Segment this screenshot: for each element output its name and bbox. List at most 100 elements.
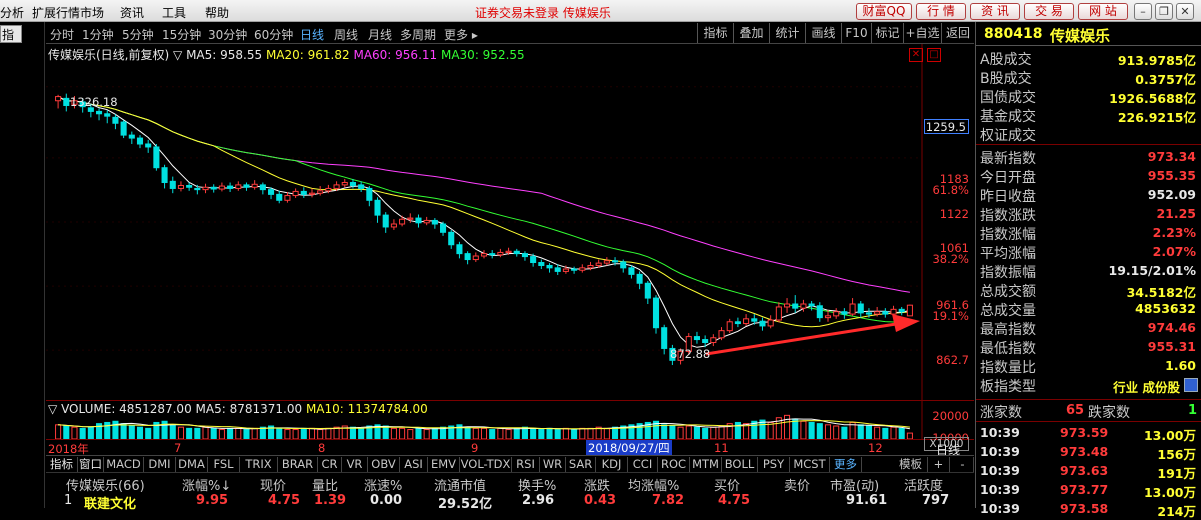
period-multi[interactable]: 多周期: [400, 26, 436, 43]
row-turnover: 2.96: [522, 493, 555, 508]
indicator-tab[interactable]: 指标: [0, 25, 22, 59]
add-indicator-button[interactable]: +: [928, 457, 950, 472]
period-more[interactable]: 更多 ▸: [444, 26, 478, 43]
trade-time: 10:39: [980, 482, 1020, 497]
up-count: 65: [1066, 403, 1085, 418]
high-annotation: 1326.18: [70, 95, 118, 109]
menu-extended-market[interactable]: 扩展行情市场: [32, 4, 104, 21]
period-weekly[interactable]: 周线: [334, 26, 358, 43]
row-index: 1: [64, 493, 73, 508]
volume-bar: [235, 427, 242, 440]
volume-bar: [800, 420, 807, 440]
period-daily[interactable]: 日线: [300, 26, 324, 43]
volume-bar: [464, 426, 471, 440]
indicator-tab-更多[interactable]: 更多: [830, 457, 862, 472]
menu-tools[interactable]: 工具: [162, 4, 186, 21]
indicator-tab-kdj[interactable]: KDJ: [596, 457, 628, 472]
menu-help[interactable]: 帮助: [205, 4, 229, 21]
quotes-button[interactable]: 行 情: [916, 3, 966, 20]
candle-body: [808, 303, 815, 307]
volume-bar: [710, 426, 717, 440]
news-button[interactable]: 资 讯: [970, 3, 1020, 20]
caifu-qq-button[interactable]: 财富QQ: [856, 3, 912, 20]
kline-svg[interactable]: [46, 44, 974, 400]
indicator-tab-mtm[interactable]: MTM: [690, 457, 722, 472]
row-stock-name[interactable]: 联建文化: [84, 493, 136, 512]
template-button[interactable]: 模板: [894, 457, 928, 472]
close-icon[interactable]: ✕: [1176, 3, 1194, 20]
website-button[interactable]: 网 站: [1078, 3, 1128, 20]
restore-icon[interactable]: ❐: [1155, 3, 1173, 20]
candle-body: [390, 223, 397, 228]
indicator-tab-asi[interactable]: ASI: [400, 457, 428, 472]
minimize-icon[interactable]: –: [1134, 3, 1152, 20]
sector-detail-icon[interactable]: [1184, 378, 1198, 392]
period-intraday[interactable]: 分时: [50, 26, 74, 43]
indicator-tab-macd[interactable]: MACD: [104, 457, 144, 472]
indicator-tab-fsl[interactable]: FSL: [208, 457, 240, 472]
indicator-tab-dmi[interactable]: DMI: [144, 457, 176, 472]
indicator-tab-brar[interactable]: BRAR: [278, 457, 318, 472]
period-60min[interactable]: 60分钟: [254, 26, 293, 43]
close-chart-icon[interactable]: ✕: [909, 48, 923, 62]
volume-bar: [669, 425, 676, 440]
trade-button[interactable]: 交 易: [1024, 3, 1074, 20]
period-30min[interactable]: 30分钟: [208, 26, 247, 43]
indicator-tab-sar[interactable]: SAR: [566, 457, 596, 472]
quote-label: 指数量比: [980, 360, 1036, 376]
indicator-tab-cci[interactable]: CCI: [628, 457, 658, 472]
indicator-tab-wr[interactable]: WR: [540, 457, 566, 472]
indicator-tab-psy[interactable]: PSY: [758, 457, 790, 472]
indicator-tab-cr[interactable]: CR: [318, 457, 342, 472]
indicator-tab-roc[interactable]: ROC: [658, 457, 690, 472]
remove-indicator-button[interactable]: -: [952, 457, 974, 472]
quote-row: 最低指数 955.31: [976, 337, 1201, 357]
indicator-tab-dma[interactable]: DMA: [176, 457, 208, 472]
menu-news[interactable]: 资讯: [120, 4, 144, 21]
period-1min[interactable]: 1分钟: [82, 26, 114, 43]
quote-value: 2.07%: [1152, 244, 1196, 259]
left-strip: 指标: [0, 22, 45, 508]
indicator-tab-emv[interactable]: EMV: [428, 457, 460, 472]
volume-bar: [677, 426, 684, 440]
period-15min[interactable]: 15分钟: [162, 26, 201, 43]
ma20-line: [57, 96, 910, 328]
menu-analysis[interactable]: 分析: [0, 4, 24, 21]
maximize-chart-icon[interactable]: □: [927, 48, 941, 62]
candle-body: [161, 167, 168, 184]
volume-chart[interactable]: ▽ VOLUME: 4851287.00 MA5: 8781371.00 MA1…: [46, 401, 974, 445]
candle-body: [833, 311, 840, 317]
tool-draw-line[interactable]: 画线: [805, 23, 841, 43]
date-label: 8: [318, 441, 326, 455]
indicator-tab-vr[interactable]: VR: [342, 457, 368, 472]
candle-body: [259, 184, 266, 191]
volume-bar: [841, 426, 848, 440]
price-axis-label: 1122: [939, 207, 969, 221]
tool-mark[interactable]: 标记: [871, 23, 903, 43]
indicator-tab-obv[interactable]: OBV: [368, 457, 400, 472]
tool-back[interactable]: 返回: [941, 23, 974, 43]
period-5min[interactable]: 5分钟: [122, 26, 154, 43]
period-monthly[interactable]: 月线: [368, 26, 392, 43]
indicator-tab-mcst[interactable]: MCST: [790, 457, 830, 472]
indicator-tab-vol-tdx[interactable]: VOL-TDX: [460, 457, 512, 472]
quote-value: 1.60: [1165, 358, 1196, 373]
tool-overlay[interactable]: 叠加: [733, 23, 769, 43]
tool-indicator[interactable]: 指标: [697, 23, 733, 43]
table-row[interactable]: 1 联建文化 9.95 4.75 1.39 0.00 29.52亿 2.96 0…: [46, 491, 974, 512]
candle-body: [571, 268, 578, 271]
date-label: 12: [868, 441, 883, 455]
indicator-tab-trix[interactable]: TRIX: [240, 457, 278, 472]
candle-body: [734, 321, 741, 325]
volume-bar: [538, 429, 545, 440]
kline-chart[interactable]: 传媒娱乐(日线,前复权) ▽ MA5: 958.55 MA20: 961.82 …: [46, 44, 974, 400]
candle-body: [210, 186, 217, 190]
indicator-tab-rsi[interactable]: RSI: [512, 457, 540, 472]
indicator-tab-boll[interactable]: BOLL: [722, 457, 758, 472]
volume-bar: [685, 425, 692, 440]
tool-f10[interactable]: F10: [841, 23, 871, 43]
tool-statistics[interactable]: 统计: [769, 23, 805, 43]
indicator-tab-窗口[interactable]: 窗口: [78, 457, 104, 472]
indicator-tab-指标[interactable]: 指标: [46, 457, 78, 472]
tool-add-watchlist[interactable]: +自选: [903, 23, 941, 43]
